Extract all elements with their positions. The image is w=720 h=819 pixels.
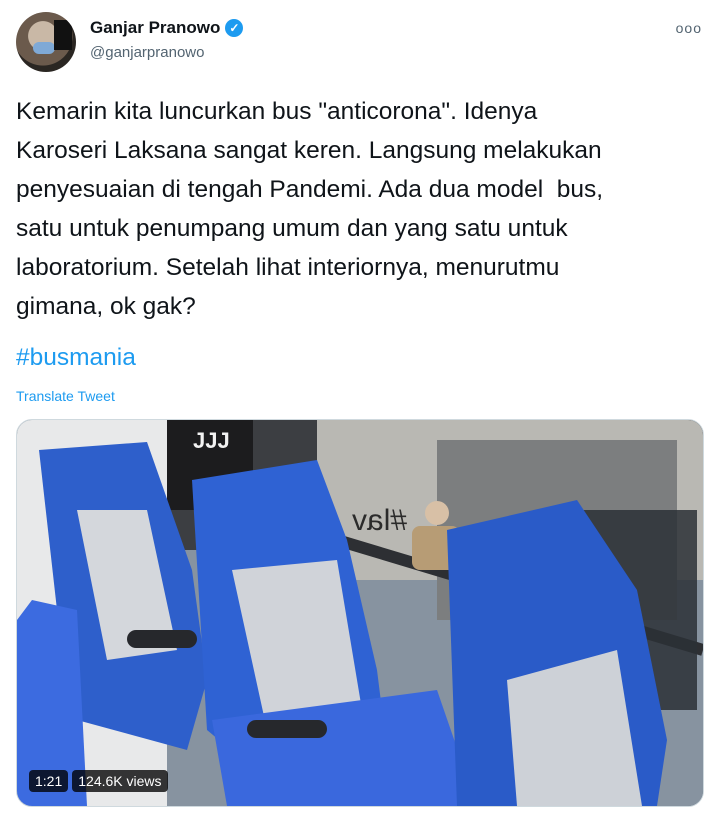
- tweet-header: Ganjar Pranowo ✓ @ganjarpranowo ooo: [16, 12, 704, 72]
- user-handle[interactable]: @ganjarpranowo: [90, 44, 204, 61]
- video-overlay-badges: 1:21 124.6K views: [29, 770, 168, 792]
- display-name[interactable]: Ganjar Pranowo: [90, 18, 220, 38]
- video-views: 124.6K views: [72, 770, 168, 792]
- translate-tweet-link[interactable]: Translate Tweet: [16, 388, 115, 404]
- sign-text: JJJ: [193, 428, 230, 453]
- tweet-text: Kemarin kita luncurkan bus "anticorona".…: [16, 98, 604, 320]
- name-row: Ganjar Pranowo ✓: [90, 18, 244, 38]
- window-text: #lav: [352, 504, 407, 537]
- video-duration: 1:21: [29, 770, 69, 792]
- hashtag-link[interactable]: #busmania: [16, 344, 136, 372]
- avatar-badge: [54, 20, 72, 50]
- more-options-icon[interactable]: ooo: [676, 20, 702, 36]
- video-thumbnail: JJJ #lav: [17, 420, 703, 806]
- mask-shape: [33, 42, 55, 54]
- avatar[interactable]: [16, 12, 76, 72]
- video-player[interactable]: JJJ #lav 1:21 124.6K views: [16, 419, 704, 807]
- verified-badge-icon: ✓: [225, 19, 244, 37]
